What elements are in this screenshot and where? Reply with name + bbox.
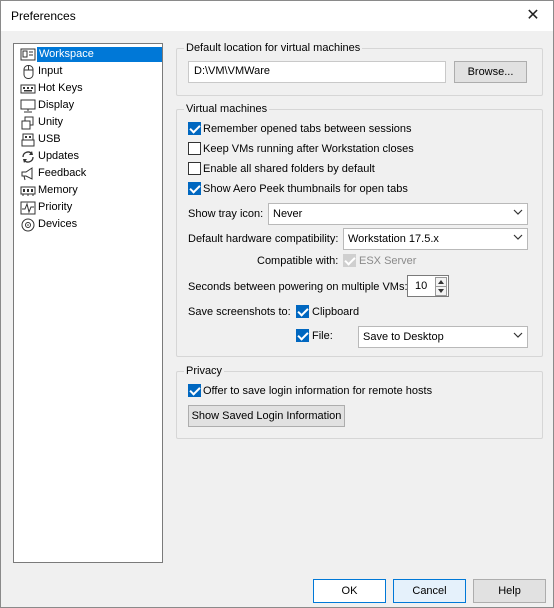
sidebar-item-updates[interactable]: Updates bbox=[18, 149, 162, 165]
virtual-machines-title: Virtual machines bbox=[184, 103, 270, 115]
browse-button[interactable]: Browse... bbox=[454, 61, 527, 83]
sidebar-item-devices[interactable]: Devices bbox=[18, 217, 162, 233]
default-location-path: D:\VM\VMWare bbox=[194, 65, 270, 77]
sidebar-item-label: Hot Keys bbox=[38, 82, 83, 94]
file-destination-select[interactable]: Save to Desktop bbox=[358, 326, 528, 348]
sidebar-item-display[interactable]: Display bbox=[18, 98, 162, 114]
sidebar-item-input[interactable]: Input bbox=[18, 64, 162, 80]
workspace-icon bbox=[20, 48, 36, 61]
compatible-with-label: Compatible with: bbox=[257, 255, 339, 267]
window-title: Preferences bbox=[11, 9, 76, 23]
aero-peek-label: Show Aero Peek thumbnails for open tabs bbox=[203, 183, 408, 195]
power-on-value: 10 bbox=[415, 280, 428, 292]
remember-tabs-checkbox[interactable] bbox=[188, 122, 201, 135]
sidebar-item-workspace[interactable]: Workspace bbox=[18, 47, 162, 63]
sidebar-item-label: Updates bbox=[38, 150, 79, 162]
chevron-down-icon bbox=[513, 209, 523, 215]
file-label: File: bbox=[312, 330, 333, 342]
usb-icon bbox=[21, 133, 35, 147]
sidebar-item-label: Memory bbox=[38, 184, 78, 196]
default-location-input[interactable]: D:\VM\VMWare bbox=[188, 61, 446, 83]
updates-icon bbox=[22, 151, 34, 163]
spin-down-button[interactable] bbox=[435, 286, 447, 296]
esx-server-label: ESX Server bbox=[359, 255, 417, 267]
clipboard-label: Clipboard bbox=[312, 306, 360, 318]
remember-tabs-label: Remember opened tabs between sessions bbox=[203, 123, 412, 135]
monitor-icon bbox=[20, 99, 36, 113]
arrow-up-icon bbox=[438, 280, 444, 284]
tray-icon-select[interactable]: Never bbox=[268, 203, 528, 225]
power-on-label: Seconds between powering on multiple VMs… bbox=[188, 281, 408, 293]
esx-server-checkbox[interactable] bbox=[343, 254, 356, 267]
offer-save-checkbox[interactable] bbox=[188, 384, 201, 397]
sidebar-item-label: Unity bbox=[38, 116, 64, 128]
sidebar-item-label: Input bbox=[38, 65, 63, 77]
sidebar-item-label: Display bbox=[38, 99, 75, 111]
enable-shared-checkbox[interactable] bbox=[188, 162, 201, 175]
chevron-down-icon bbox=[513, 234, 523, 240]
hw-compat-select[interactable]: Workstation 17.5.x bbox=[343, 228, 528, 250]
sidebar-item-label: USB bbox=[38, 133, 61, 145]
file-checkbox[interactable] bbox=[296, 329, 309, 342]
sidebar-item-priority[interactable]: Priority bbox=[18, 200, 162, 216]
default-location-title: Default location for virtual machines bbox=[184, 42, 363, 54]
chevron-down-icon bbox=[513, 332, 523, 338]
tray-icon-label: Show tray icon: bbox=[188, 208, 264, 220]
keep-running-label: Keep VMs running after Workstation close… bbox=[203, 143, 414, 155]
aero-peek-checkbox[interactable] bbox=[188, 182, 201, 195]
unity-icon bbox=[21, 116, 34, 130]
privacy-title: Privacy bbox=[184, 365, 225, 377]
hw-compat-label: Default hardware compatibility: bbox=[188, 233, 339, 245]
category-list: Workspace Input Hot Keys Display Unity U… bbox=[13, 43, 163, 563]
sidebar-item-label: Devices bbox=[38, 218, 78, 230]
enable-shared-label: Enable all shared folders by default bbox=[203, 163, 375, 175]
ok-button[interactable]: OK bbox=[313, 579, 386, 603]
tray-icon-value: Never bbox=[273, 208, 303, 220]
clipboard-checkbox[interactable] bbox=[296, 305, 309, 318]
sidebar-item-usb[interactable]: USB bbox=[18, 132, 162, 148]
devices-icon bbox=[21, 218, 35, 232]
offer-save-label: Offer to save login information for remo… bbox=[203, 385, 433, 397]
help-button[interactable]: Help bbox=[473, 579, 546, 603]
keyboard-icon bbox=[20, 84, 36, 94]
sidebar-item-hot-keys[interactable]: Hot Keys bbox=[18, 81, 162, 97]
hw-compat-value: Workstation 17.5.x bbox=[348, 233, 439, 245]
memory-icon bbox=[20, 186, 36, 196]
keep-running-checkbox[interactable] bbox=[188, 142, 201, 155]
feedback-icon bbox=[21, 167, 33, 181]
show-saved-login-button[interactable]: Show Saved Login Information bbox=[188, 405, 345, 427]
sidebar-item-unity[interactable]: Unity bbox=[18, 115, 162, 131]
sidebar-item-label: Feedback bbox=[38, 167, 87, 179]
preferences-window: Preferences ✕ Workspace Input Hot Keys D… bbox=[0, 0, 554, 608]
sidebar-item-label: Workspace bbox=[37, 47, 162, 62]
file-destination-value: Save to Desktop bbox=[363, 331, 444, 343]
cancel-button[interactable]: Cancel bbox=[393, 579, 466, 603]
screenshots-label: Save screenshots to: bbox=[188, 306, 291, 318]
mouse-icon bbox=[23, 65, 34, 79]
title-bar: Preferences ✕ bbox=[1, 1, 553, 31]
close-icon[interactable]: ✕ bbox=[513, 1, 553, 31]
priority-icon bbox=[20, 201, 36, 215]
sidebar-item-memory[interactable]: Memory bbox=[18, 183, 162, 199]
sidebar-item-label: Priority bbox=[38, 201, 73, 213]
power-on-spinner[interactable]: 10 bbox=[407, 275, 449, 297]
sidebar-item-feedback[interactable]: Feedback bbox=[18, 166, 162, 182]
arrow-down-icon bbox=[438, 289, 444, 293]
